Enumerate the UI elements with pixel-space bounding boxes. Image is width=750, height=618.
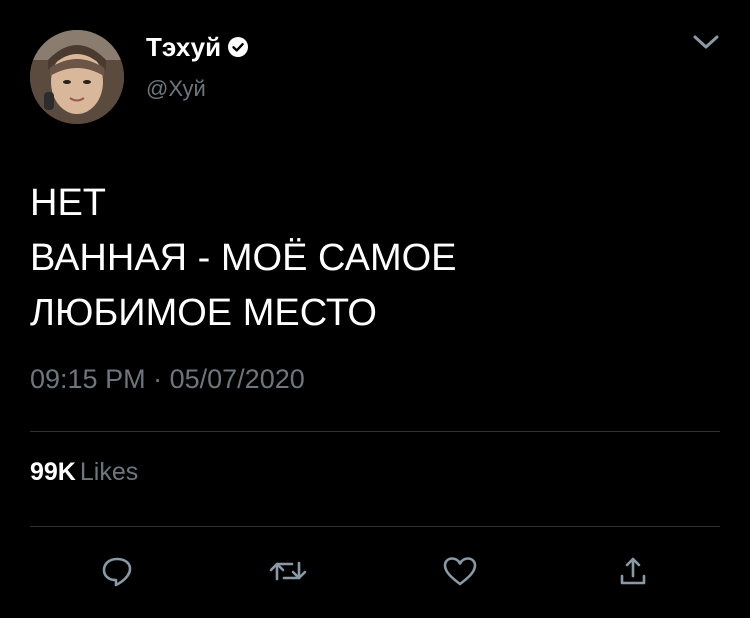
speech-bubble-icon — [102, 557, 132, 587]
heart-icon — [443, 557, 477, 586]
divider — [30, 431, 720, 432]
likes-count: 99K — [30, 458, 76, 486]
retweet-button[interactable] — [268, 553, 308, 589]
tweet-line: ВАННАЯ - МОЁ САМОЕ — [30, 237, 457, 279]
tweet-line: ЛЮБИМОЕ МЕСТО — [30, 292, 377, 334]
avatar-photo — [30, 30, 124, 124]
tweet-line: НЕТ — [30, 182, 106, 224]
avatar[interactable] — [30, 30, 124, 124]
tweet-text: НЕТ ВАННАЯ - МОЁ САМОЕ ЛЮБИМОЕ МЕСТО — [30, 176, 720, 341]
display-name-text: Тэхуй — [146, 32, 222, 62]
tweet-date: 05/07/2020 — [169, 364, 305, 394]
tweet-timestamp[interactable]: 09:15 PM · 05/07/2020 — [30, 361, 305, 397]
verified-badge-icon — [228, 37, 249, 57]
share-button[interactable] — [613, 553, 653, 589]
like-button[interactable] — [440, 553, 480, 589]
share-upload-icon — [620, 557, 646, 585]
tweet-time: 09:15 PM — [30, 364, 146, 394]
reply-button[interactable] — [97, 553, 137, 589]
timestamp-separator: · — [153, 364, 163, 394]
display-name[interactable]: Тэхуй — [146, 32, 249, 62]
retweet-arrows-icon — [269, 561, 307, 581]
likes-label: Likes — [79, 458, 139, 486]
more-options-chevron-icon[interactable] — [690, 30, 722, 54]
divider — [30, 526, 720, 527]
likes-stat[interactable]: 99K Likes — [30, 457, 138, 487]
user-handle[interactable]: @Хуй — [146, 76, 206, 102]
